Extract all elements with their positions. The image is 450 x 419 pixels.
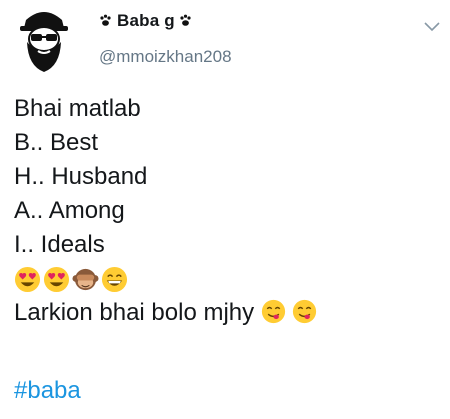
closing-text: Larkion bhai bolo mjhy [14,299,255,326]
yum-face-emoji [293,300,317,324]
emoji-row [14,262,444,296]
user-handle[interactable]: @mmoizkhan208 [99,47,232,67]
tweet-line: A.. Among [14,197,125,224]
avatar-icon[interactable] [14,6,74,74]
paw-print-icon [180,14,191,26]
see-no-evil-monkey-emoji [72,268,99,290]
grinning-face-emoji [101,266,128,292]
hashtag-link[interactable]: #baba [14,374,81,408]
tweet-line: B.. Best [14,129,99,156]
tweet-line: H.. Husband [14,163,148,190]
yum-face-emoji [261,300,285,324]
tweet-body: Bhai matlab B.. Best H.. Husband A.. Amo… [14,92,444,330]
heart-eyes-emoji [14,266,41,292]
name-row[interactable]: Baba g [99,10,193,32]
closing-line: Larkion bhai bolo mjhy [14,296,444,330]
heart-eyes-emoji [43,266,70,292]
paw-print-icon [100,14,111,26]
chevron-down-icon[interactable] [424,22,440,32]
tweet-line: I.. Ideals [14,231,105,258]
tweet-header: Baba g @mmoizkhan208 [0,0,450,85]
display-name[interactable]: Baba g [117,11,175,31]
tweet-line: Bhai matlab [14,95,141,122]
